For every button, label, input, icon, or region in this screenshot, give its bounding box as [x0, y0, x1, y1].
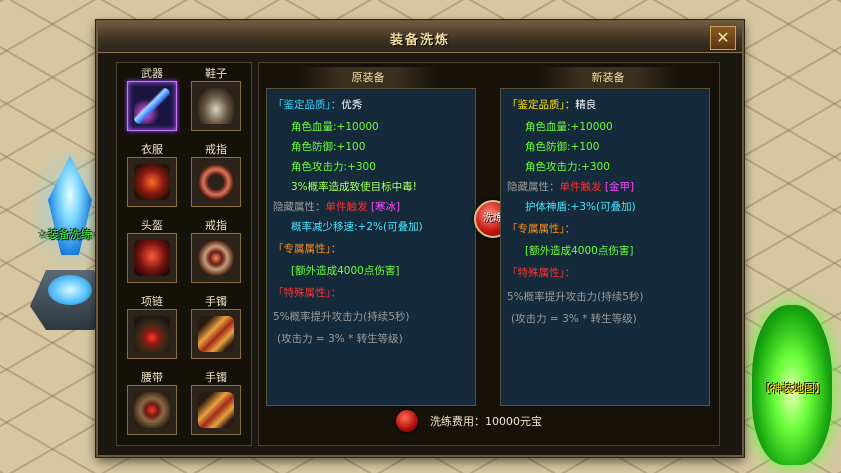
sword-icon [134, 88, 170, 124]
slot-belt[interactable] [127, 385, 177, 435]
stat-hp: 角色血量:+10000 [291, 121, 379, 133]
slot-label-bracelet-2: 手镯 [205, 371, 227, 384]
exclusive-attr-value: [额外造成4000点伤害] [291, 265, 400, 277]
slot-necklace[interactable] [127, 309, 177, 359]
stat-attack: 角色攻击力:+300 [525, 161, 610, 173]
original-equip-panel: 「鉴定品质」：优秀 角色血量:+10000 角色防御:+100 角色攻击力:+3… [266, 88, 476, 406]
slot-ring-2[interactable] [191, 233, 241, 283]
boots-icon [198, 88, 234, 124]
slot-label-armor: 衣服 [141, 143, 163, 156]
slot-label-bracelet-1: 手镯 [205, 295, 227, 308]
necklace-icon [134, 316, 170, 352]
special-attr-line2: (攻击力 = 3% * 转生等级) [277, 333, 403, 345]
hidden-attr-label: 隐藏属性： [273, 201, 326, 213]
new-equip-panel: 「鉴定品质」：精良 角色血量:+10000 角色防御:+100 角色攻击力:+3… [500, 88, 710, 406]
hidden-attr-value: 单件触发 [325, 201, 368, 213]
quality-row: 「鉴定品质」：精良 [507, 95, 596, 115]
slot-armor[interactable] [127, 157, 177, 207]
dialog-title: 装备洗炼 [389, 33, 450, 48]
equipment-slot-panel: 武器 鞋子 衣服 戒指 头盔 戒指 项链 手镯 腰带 手镯 [116, 62, 252, 446]
stat-attack: 角色攻击力:+300 [291, 161, 376, 173]
ring-icon [198, 240, 234, 276]
bracelet-icon [198, 316, 234, 352]
slot-weapon[interactable] [127, 81, 177, 131]
helmet-icon [134, 240, 170, 276]
stat-defense: 角色防御:+100 [525, 141, 600, 153]
gem-icon [396, 410, 418, 432]
armor-icon [134, 164, 170, 200]
belt-icon [134, 392, 170, 428]
quality-label: 「鉴定品质」： [507, 99, 576, 111]
slot-label-ring-1: 戒指 [205, 143, 227, 156]
slot-label-belt: 腰带 [141, 371, 163, 384]
original-equip-header: 原装备 [298, 67, 438, 89]
npc-label[interactable]: ☆装备洗练☆ [38, 226, 102, 242]
poison-effect: 3%概率造成致使目标中毒! [291, 181, 417, 193]
hidden-attr-label: 隐藏属性： [507, 181, 560, 193]
close-button[interactable]: ✕ [710, 26, 736, 50]
portal-label[interactable]: 【神装地图】 [760, 380, 826, 396]
ring-icon [198, 164, 234, 200]
exclusive-attr-label: 「专属属性」： [507, 223, 576, 235]
special-attr-line1: 5%概率提升攻击力(持续5秒) [507, 291, 644, 303]
hidden-attr-tag: [金甲] [604, 181, 635, 193]
slot-helmet[interactable] [127, 233, 177, 283]
special-attr-label: 「特殊属性」： [507, 267, 576, 279]
quality-value: 精良 [575, 99, 597, 111]
hidden-attr-effect: 概率减少移速:+2%(可叠加) [291, 221, 423, 233]
hidden-attr-tag: [寒冰] [370, 201, 401, 213]
hidden-attr-row: 隐藏属性：单件触发 [寒冰] [273, 197, 400, 217]
quality-value: 优秀 [341, 99, 363, 111]
slot-label-helmet: 头盔 [141, 219, 163, 232]
exclusive-attr-label: 「专属属性」： [273, 243, 342, 255]
hidden-attr-value: 单件触发 [559, 181, 602, 193]
dialog-titlebar[interactable]: 装备洗炼 ✕ [98, 22, 742, 53]
hidden-attr-effect: 护体神盾:+3%(可叠加) [525, 201, 636, 213]
slot-boots[interactable] [191, 81, 241, 131]
equipment-refine-dialog: 装备洗炼 ✕ 武器 鞋子 衣服 戒指 头盔 戒指 项链 手镯 腰带 手镯 原装备… [96, 20, 744, 457]
slot-label-ring-2: 戒指 [205, 219, 227, 232]
hidden-attr-row: 隐藏属性：单件触发 [金甲] [507, 177, 634, 197]
bracelet-icon [198, 392, 234, 428]
special-attr-line1: 5%概率提升攻击力(持续5秒) [273, 311, 410, 323]
slot-label-weapon: 武器 [141, 67, 163, 80]
refine-cost: 洗练费用：10000元宝 [430, 415, 542, 428]
slot-bracelet-1[interactable] [191, 309, 241, 359]
stat-defense: 角色防御:+100 [291, 141, 366, 153]
slot-bracelet-2[interactable] [191, 385, 241, 435]
stat-hp: 角色血量:+10000 [525, 121, 613, 133]
slot-label-boots: 鞋子 [205, 67, 227, 80]
special-attr-line2: (攻击力 = 3% * 转生等级) [511, 313, 637, 325]
special-attr-label: 「特殊属性」： [273, 287, 342, 299]
new-equip-header: 新装备 [538, 67, 678, 89]
exclusive-attr-value: [额外造成4000点伤害] [525, 245, 634, 257]
quality-label: 「鉴定品质」： [273, 99, 342, 111]
quality-row: 「鉴定品质」：优秀 [273, 95, 362, 115]
pedestal-light [48, 275, 92, 305]
slot-label-necklace: 项链 [141, 295, 163, 308]
slot-ring-1[interactable] [191, 157, 241, 207]
